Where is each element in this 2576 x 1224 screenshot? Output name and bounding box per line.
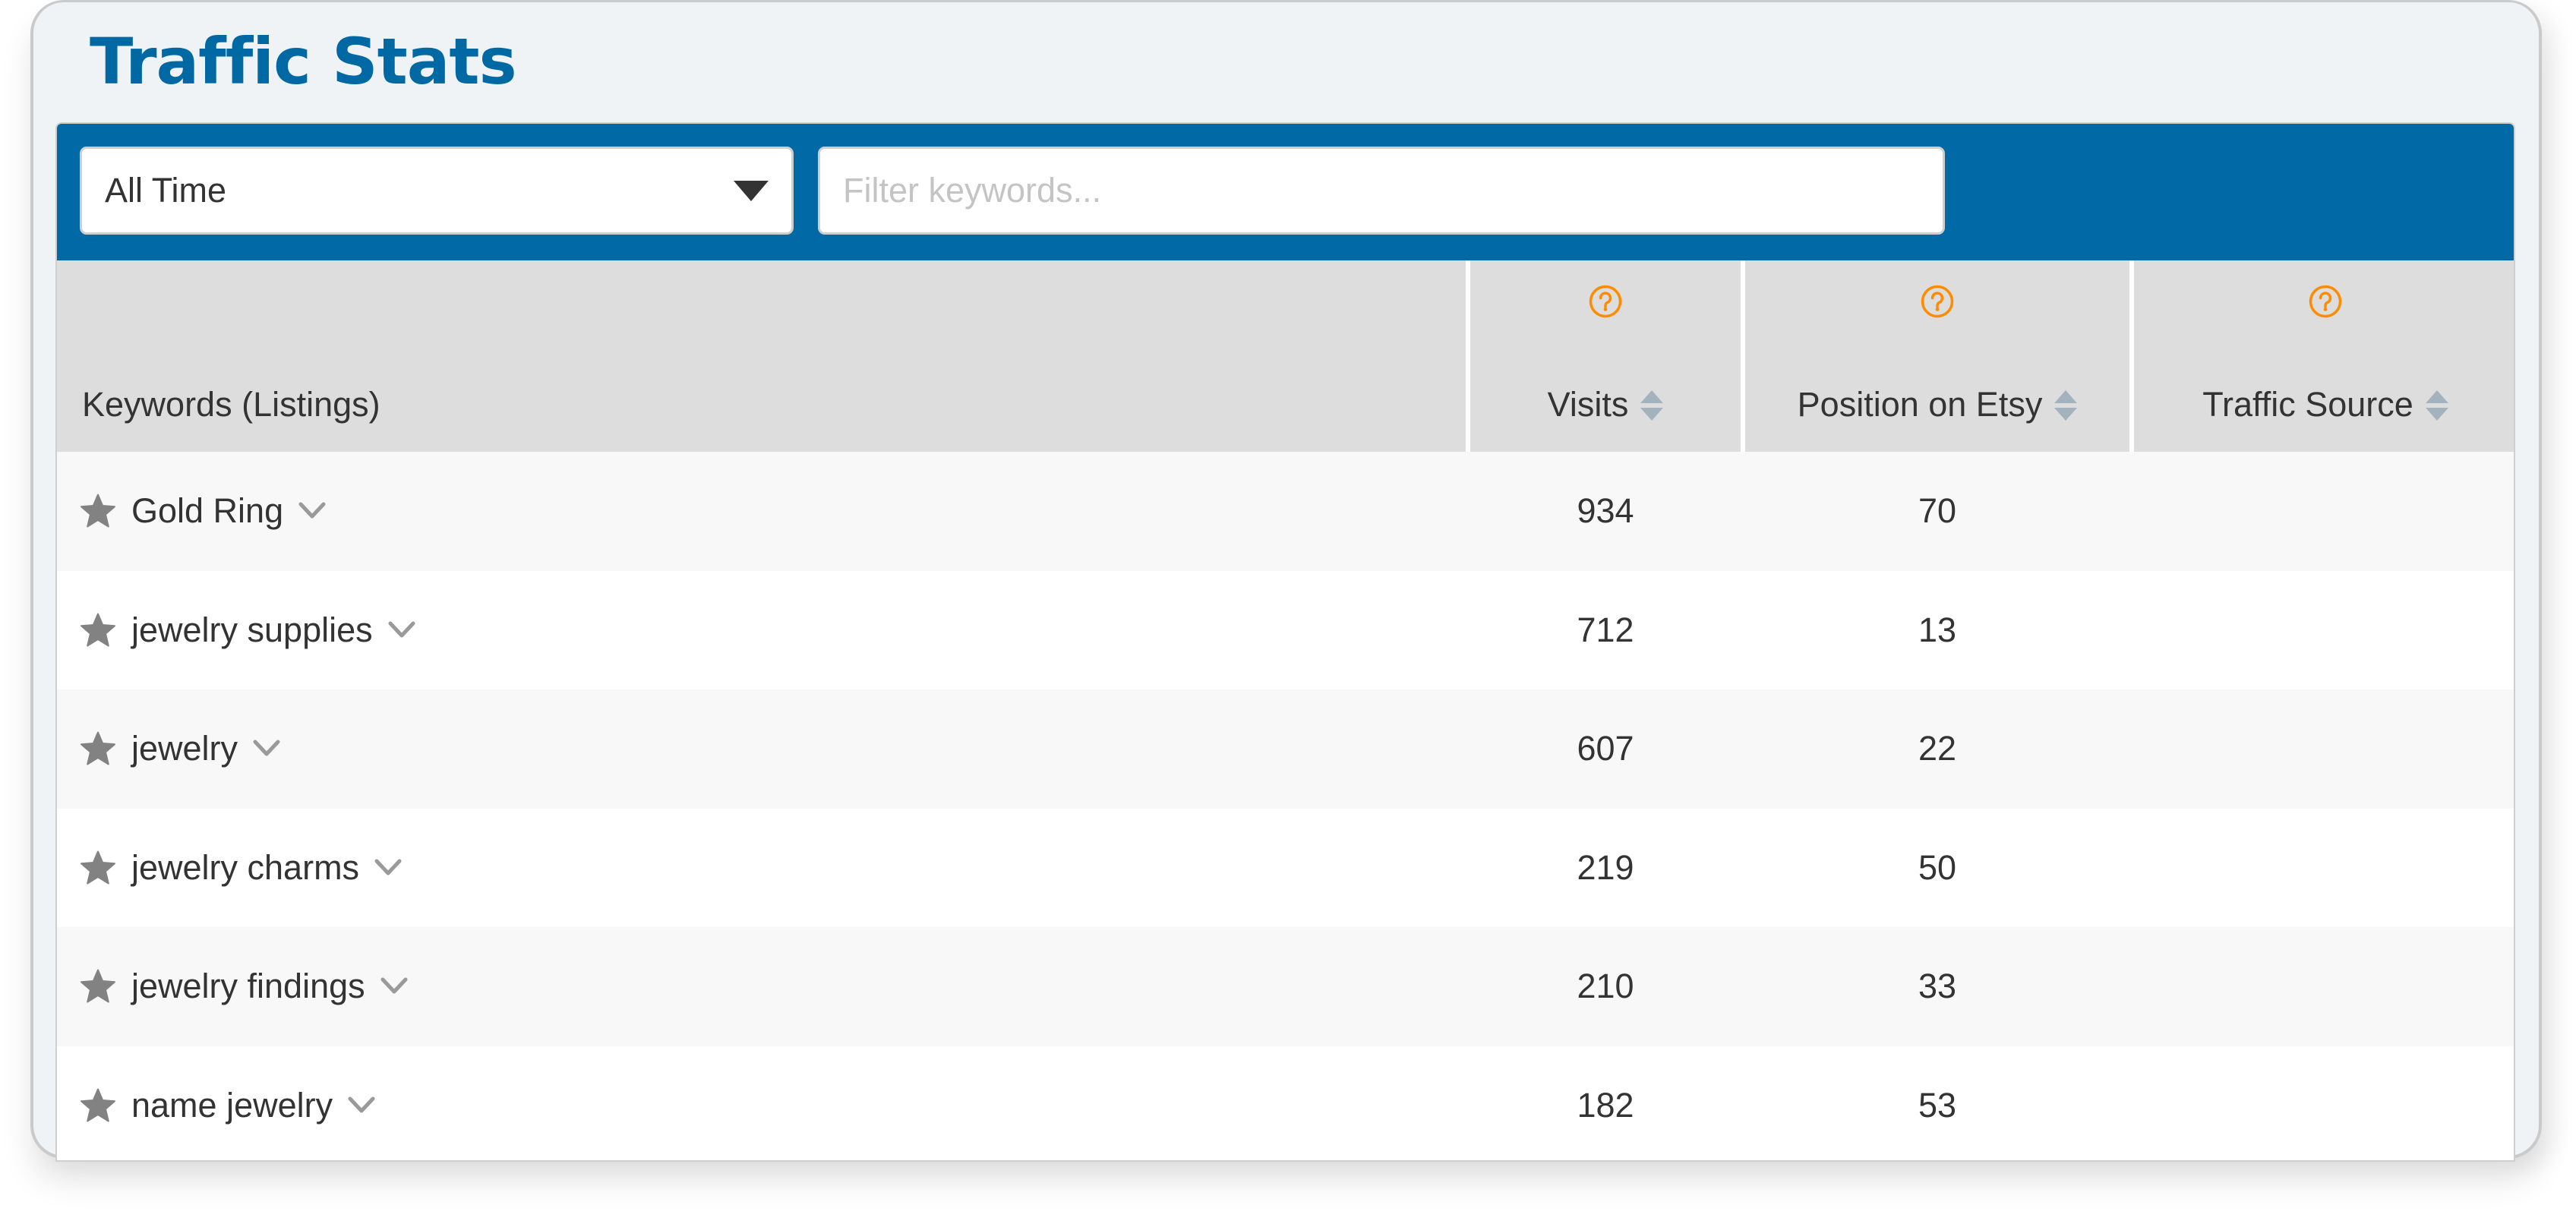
table-row: name jewelry 182 53 [57,1046,2514,1161]
keyword-cell: jewelry supplies [80,571,415,690]
traffic-source-cell [2134,1046,2514,1161]
keyword-label[interactable]: jewelry charms [131,848,359,888]
column-header-position[interactable]: Position on Etsy [1741,260,2129,452]
column-header-traffic-source[interactable]: Traffic Source [2129,260,2514,452]
chevron-down-icon[interactable] [380,977,408,995]
column-label-traffic-source-wrap: Traffic Source [2134,385,2514,424]
column-label-keywords: Keywords (Listings) [82,385,380,424]
keyword-cell: name jewelry [80,1046,375,1161]
keyword-label[interactable]: Gold Ring [131,491,283,531]
filter-toolbar: All Time [57,124,2514,260]
sort-icon[interactable] [2054,390,2078,422]
question-circle-icon[interactable] [2309,285,2342,318]
visits-cell: 934 [1577,491,1634,531]
chevron-down-icon[interactable] [253,740,280,758]
column-label-visits: Visits [1547,385,1629,424]
column-header-visits[interactable]: Visits [1466,260,1741,452]
sort-icon[interactable] [2425,390,2448,422]
column-label-position: Position on Etsy [1797,385,2043,424]
table-row: jewelry charms 219 50 [57,808,2514,928]
position-cell: 13 [1918,610,1957,649]
position-cell: 70 [1918,491,1957,531]
traffic-stats-panel: All Time Keywords (Listings) Visits [55,122,2515,1162]
star-icon[interactable] [80,1088,116,1123]
traffic-source-cell [2134,571,2514,690]
star-icon[interactable] [80,850,116,885]
keyword-cell: jewelry findings [80,927,408,1046]
keyword-cell: jewelry charms [80,809,402,928]
table-row: jewelry supplies 712 13 [57,570,2514,690]
caret-down-icon [734,181,769,201]
column-label-traffic-source: Traffic Source [2202,385,2413,424]
question-circle-icon[interactable] [1921,285,1954,318]
period-select-value: All Time [105,171,227,210]
star-icon[interactable] [80,494,116,528]
visits-cell: 210 [1577,967,1634,1006]
table-row: jewelry 607 22 [57,689,2514,809]
chevron-down-icon[interactable] [374,859,402,877]
star-icon[interactable] [80,731,116,766]
position-cell: 22 [1918,729,1957,768]
star-icon[interactable] [80,613,116,648]
table-row: Gold Ring 934 70 [57,452,2514,571]
keyword-label[interactable]: name jewelry [131,1086,333,1125]
question-circle-icon[interactable] [1589,285,1622,318]
keyword-cell: jewelry [80,689,280,809]
table-row: jewelry findings 210 33 [57,927,2514,1046]
traffic-source-cell [2134,452,2514,571]
period-select[interactable]: All Time [80,147,794,235]
table-body: Gold Ring 934 70 jewelry supplies 712 13… [57,452,2514,1161]
keyword-label[interactable]: jewelry supplies [131,610,373,650]
filter-keywords-input[interactable] [818,147,1945,235]
keyword-label[interactable]: jewelry [131,729,238,768]
visits-cell: 607 [1577,729,1634,768]
chevron-down-icon[interactable] [298,502,326,520]
column-header-keywords: Keywords (Listings) [57,260,1466,452]
traffic-source-cell [2134,809,2514,928]
position-cell: 53 [1918,1085,1957,1125]
position-cell: 33 [1918,967,1957,1006]
column-label-position-wrap: Position on Etsy [1745,385,2129,424]
sort-icon[interactable] [1640,390,1664,422]
keyword-label[interactable]: jewelry findings [131,967,365,1006]
page-title: Traffic Stats [90,24,517,99]
visits-cell: 182 [1577,1085,1634,1125]
traffic-source-cell [2134,689,2514,809]
chevron-down-icon[interactable] [388,621,415,639]
star-icon[interactable] [80,969,116,1004]
visits-cell: 219 [1577,847,1634,887]
traffic-source-cell [2134,927,2514,1046]
keyword-cell: Gold Ring [80,452,326,571]
table-header: Keywords (Listings) Visits Position on E… [57,260,2514,452]
column-label-visits-wrap: Visits [1470,385,1741,424]
visits-cell: 712 [1577,610,1634,649]
position-cell: 50 [1918,847,1957,887]
chevron-down-icon[interactable] [348,1096,375,1115]
